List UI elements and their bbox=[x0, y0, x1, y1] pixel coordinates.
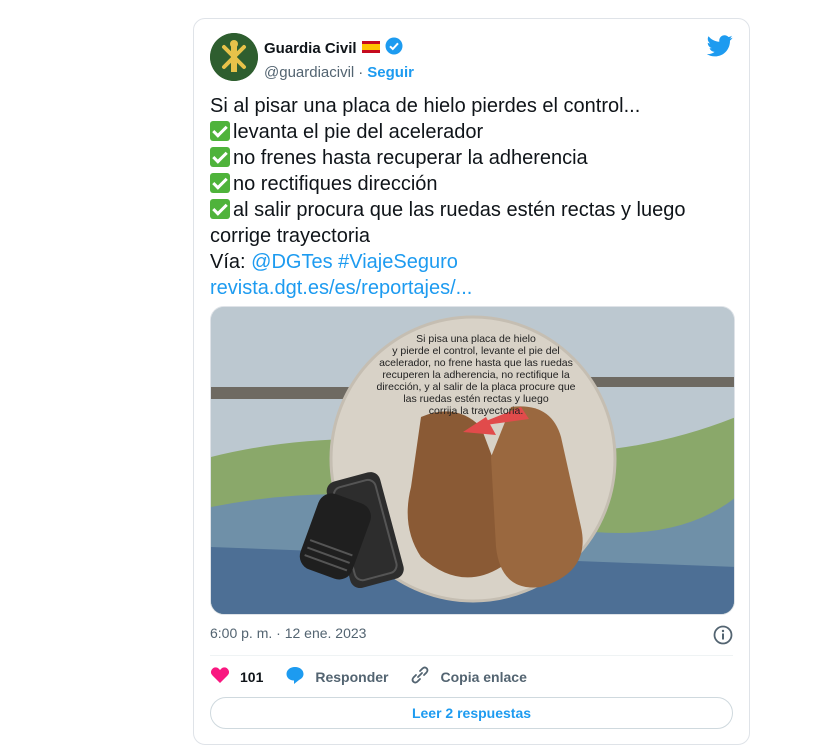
tweet-card: Guardia Civil @guardiacivil · Seguir Si … bbox=[193, 18, 750, 745]
check-mark-icon bbox=[210, 199, 230, 219]
read-replies-button[interactable]: Leer 2 respuestas bbox=[210, 697, 733, 729]
guardia-civil-emblem-icon bbox=[210, 33, 258, 81]
check-mark-icon bbox=[210, 147, 230, 167]
handle-separator: · bbox=[358, 64, 364, 81]
check-mark-icon bbox=[210, 173, 230, 193]
article-link[interactable]: revista.dgt.es/es/reportajes/... bbox=[210, 275, 735, 301]
reply-button[interactable]: Responder bbox=[285, 665, 388, 688]
tweet-timestamp[interactable]: 6:00 p. m. · 12 ene. 2023 bbox=[210, 625, 366, 641]
author-handle[interactable]: @guardiacivil bbox=[264, 64, 354, 81]
mention-link[interactable]: @DGTes bbox=[251, 251, 332, 273]
hashtag-link[interactable]: #ViajeSeguro bbox=[338, 251, 458, 273]
like-button[interactable]: 101 bbox=[210, 666, 263, 687]
check-mark-icon bbox=[210, 121, 230, 141]
follow-button[interactable]: Seguir bbox=[367, 64, 414, 81]
info-icon[interactable] bbox=[713, 625, 733, 650]
tweet-actions: 101 Responder Copia enlace bbox=[210, 665, 527, 688]
reply-label: Responder bbox=[315, 668, 389, 685]
copy-link-button[interactable]: Copia enlace bbox=[410, 665, 527, 688]
author-info: Guardia Civil @guardiacivil · Seguir bbox=[264, 37, 414, 81]
list-item: no rectifiques dirección bbox=[210, 171, 735, 197]
twitter-bird-icon[interactable] bbox=[706, 35, 733, 62]
divider bbox=[210, 655, 733, 656]
verified-badge-icon bbox=[385, 37, 403, 59]
image-caption: Si pisa una placa de hielo y pierde el c… bbox=[376, 333, 576, 417]
link-icon bbox=[410, 665, 430, 688]
list-item-continuation: corrige trayectoria bbox=[210, 225, 371, 247]
tweet-intro: Si al pisar una placa de hielo pierdes e… bbox=[210, 95, 641, 117]
via-prefix: Vía: bbox=[210, 251, 246, 273]
avatar[interactable] bbox=[210, 33, 258, 81]
tweet-image[interactable]: Si pisa una placa de hielo y pierde el c… bbox=[210, 306, 735, 615]
list-item: al salir procura que las ruedas estén re… bbox=[210, 197, 735, 223]
speech-bubble-icon bbox=[285, 665, 305, 688]
list-item: no frenes hasta recuperar la adherencia bbox=[210, 145, 735, 171]
like-count: 101 bbox=[240, 668, 264, 685]
list-item: levanta el pie del acelerador bbox=[210, 119, 735, 145]
author-name[interactable]: Guardia Civil bbox=[264, 40, 357, 57]
spain-flag-icon bbox=[361, 40, 380, 57]
via-line: Vía: @DGTes #ViajeSeguro bbox=[210, 249, 735, 275]
copy-link-label: Copia enlace bbox=[440, 668, 527, 685]
tweet-text: Si al pisar una placa de hielo pierdes e… bbox=[210, 93, 735, 301]
heart-icon bbox=[210, 666, 230, 687]
